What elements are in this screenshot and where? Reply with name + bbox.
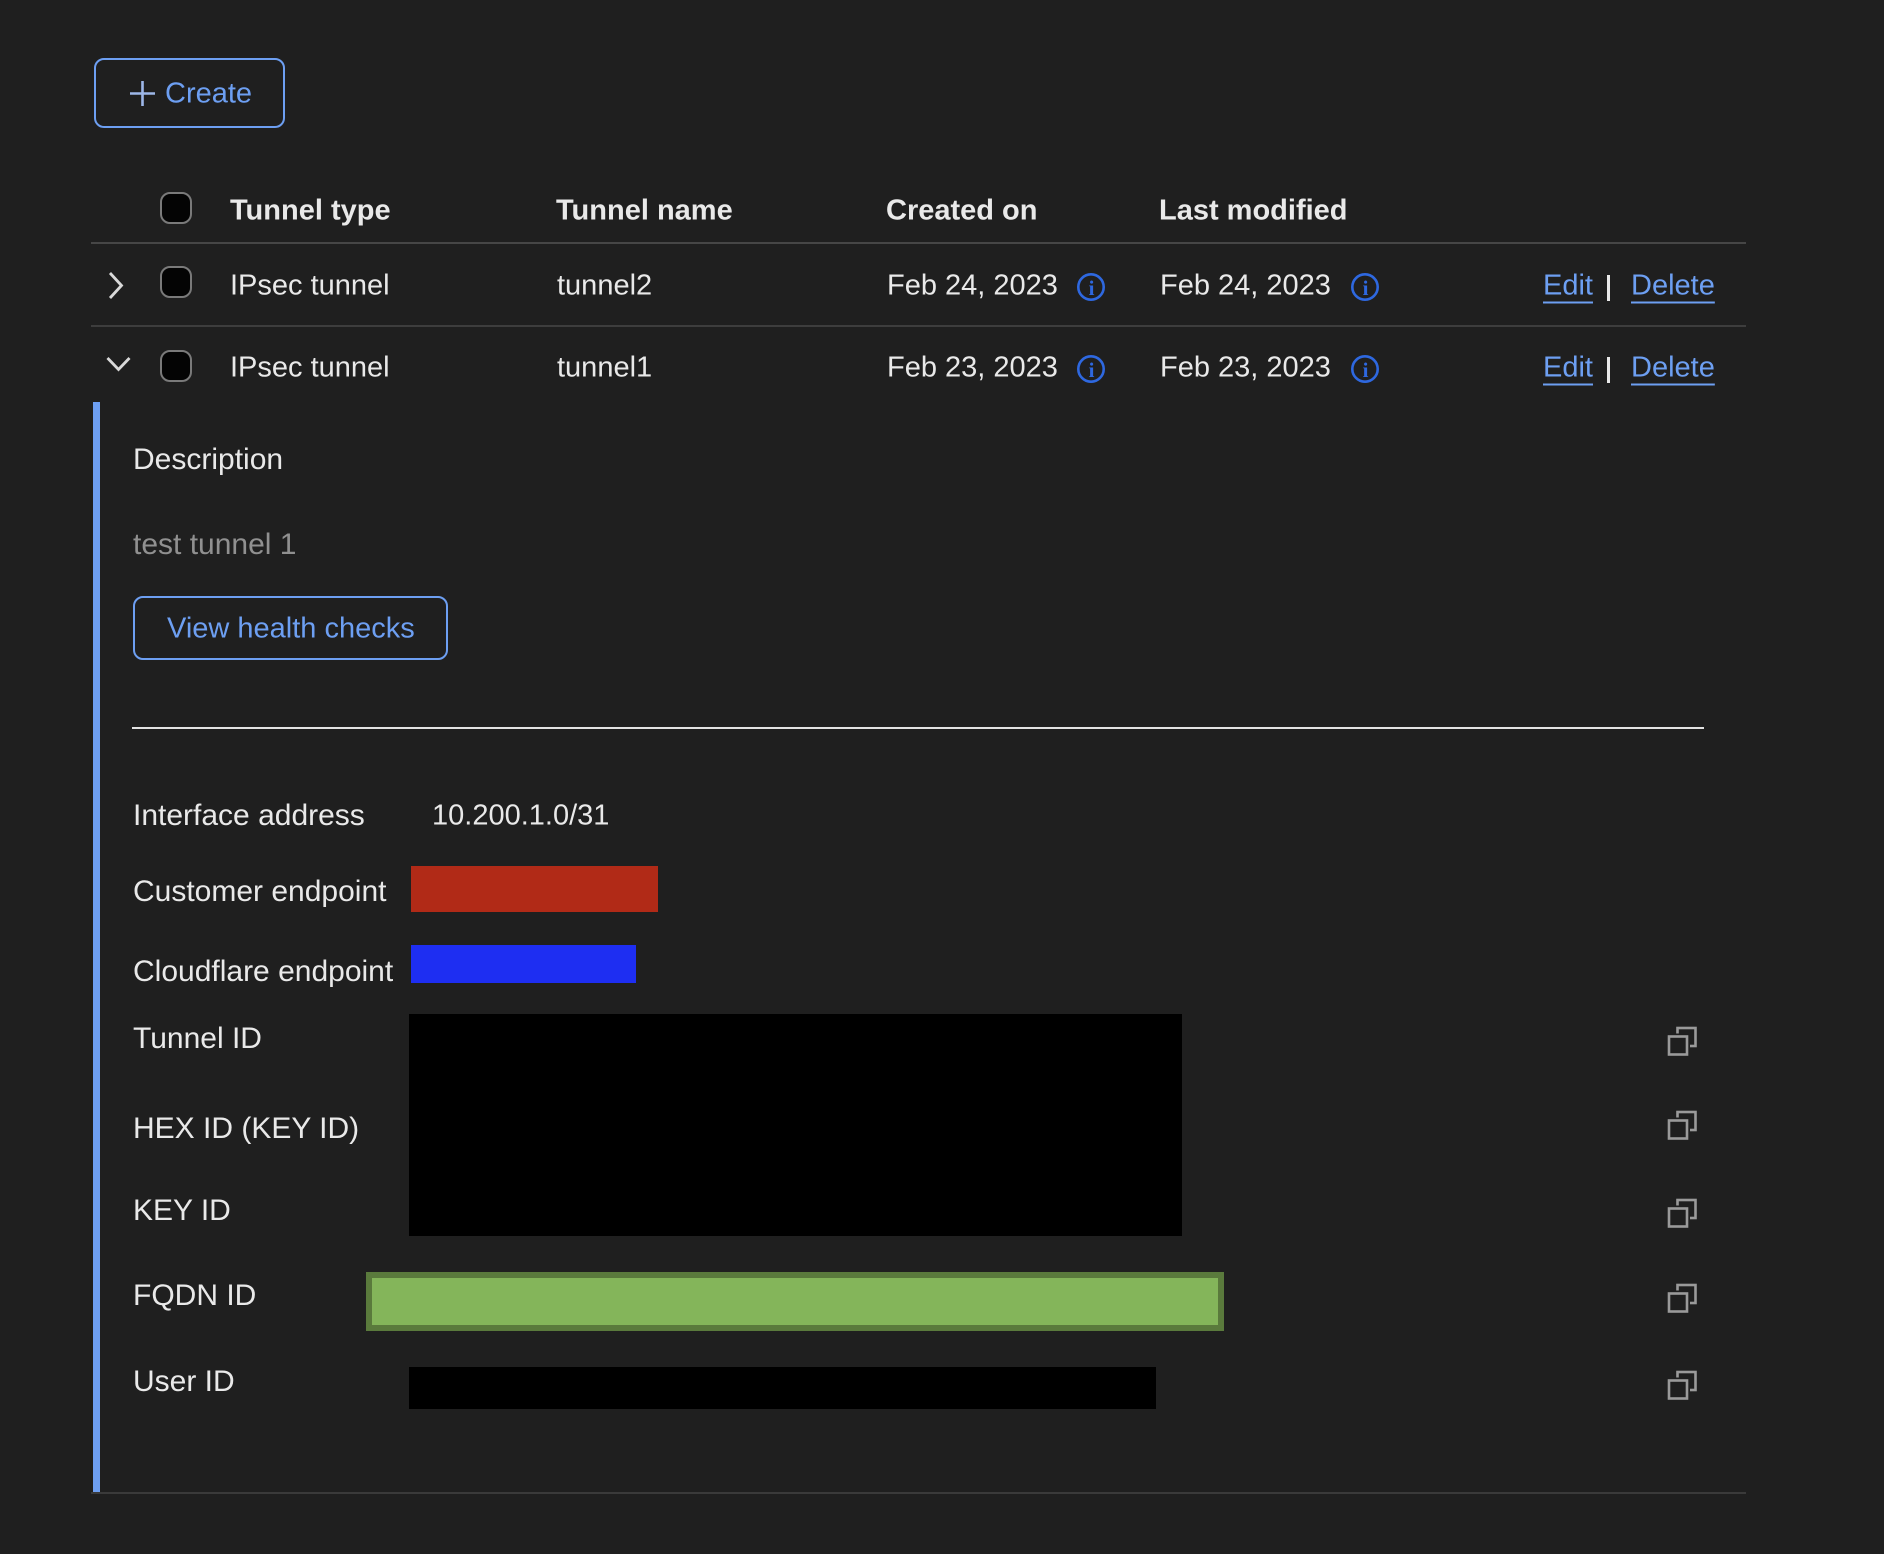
svg-text:i: i — [1089, 276, 1095, 300]
svg-text:i: i — [1089, 358, 1095, 382]
svg-text:i: i — [1363, 358, 1369, 382]
svg-text:i: i — [1363, 276, 1369, 300]
